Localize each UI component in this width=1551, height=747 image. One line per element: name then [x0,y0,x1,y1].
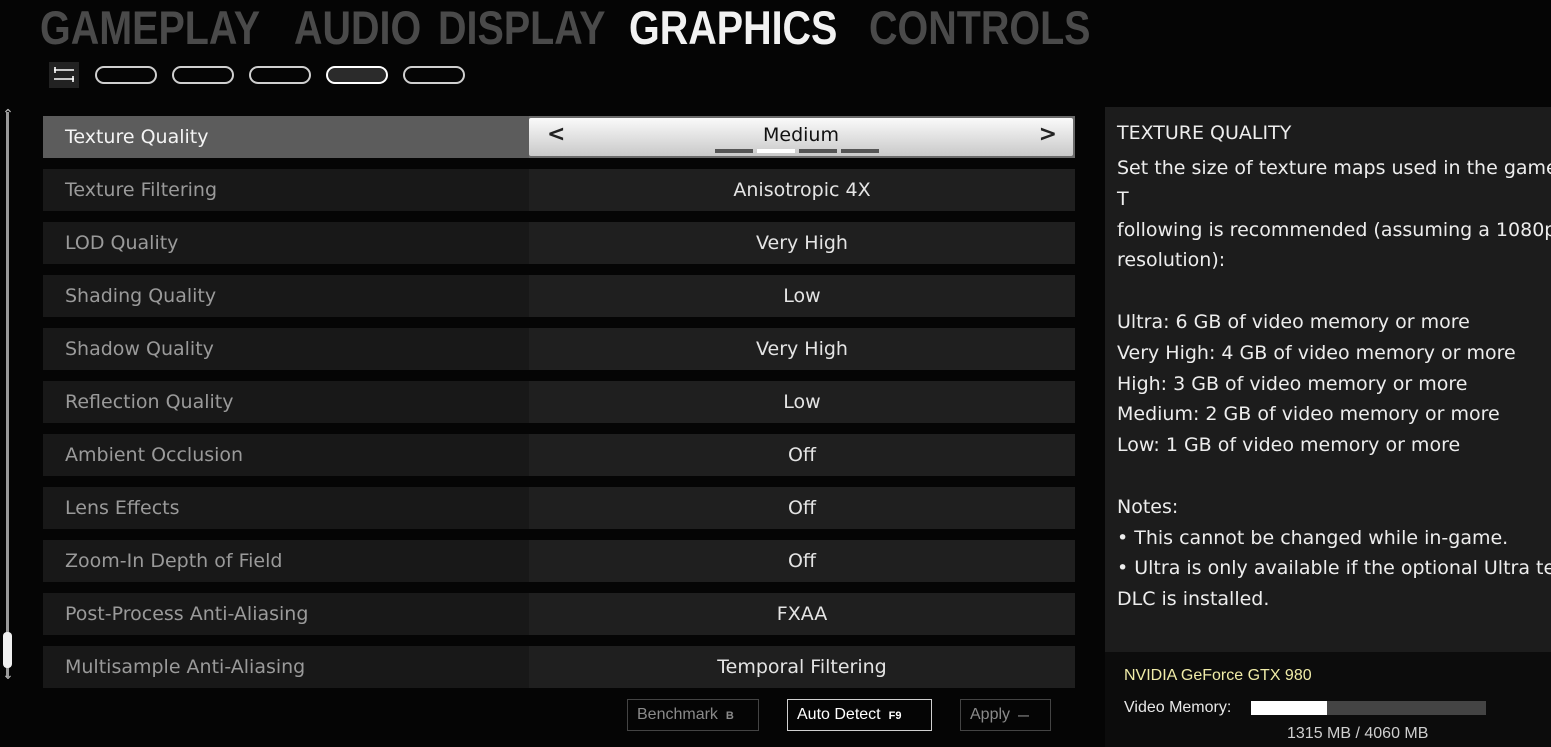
arrow-left-icon[interactable]: < [547,118,565,152]
setting-row-post-process-aa[interactable]: Post-Process Anti-Aliasing FXAA [43,593,1075,635]
setting-label: Lens Effects [43,487,529,529]
video-memory-label: Video Memory: [1124,699,1232,716]
gpu-name: NVIDIA GeForce GTX 980 [1124,667,1312,684]
tab-audio[interactable]: AUDIO [294,2,421,54]
value-level-indicator [715,149,879,153]
settings-list: Texture Quality < Medium > Texture Filte… [43,116,1075,699]
button-label: Apply [970,706,1011,723]
setting-row-lod-quality[interactable]: LOD Quality Very High [43,222,1075,264]
tab-display[interactable]: DISPLAY [438,2,605,54]
level-pip [757,149,795,153]
video-memory-bar-fill [1251,701,1328,715]
setting-label: Post-Process Anti-Aliasing [43,593,529,635]
setting-label: Zoom-In Depth of Field [43,540,529,582]
setting-row-shading-quality[interactable]: Shading Quality Low [43,275,1075,317]
description-title: TEXTURE QUALITY [1117,122,1292,144]
auto-detect-button[interactable]: Auto Detect F9 [787,699,932,731]
scrollbar-track[interactable] [6,112,9,677]
subtab-pill-5[interactable] [403,66,465,84]
description-panel: TEXTURE QUALITY Set the size of texture … [1105,107,1551,652]
setting-value[interactable]: Off [529,487,1075,529]
setting-row-shadow-quality[interactable]: Shadow Quality Very High [43,328,1075,370]
gpu-info-panel: NVIDIA GeForce GTX 980 Video Memory: 131… [1105,652,1551,747]
tab-controls[interactable]: CONTROLS [869,2,1091,54]
setting-value[interactable]: Off [529,434,1075,476]
setting-value[interactable]: FXAA [529,593,1075,635]
setting-row-zoom-dof[interactable]: Zoom-In Depth of Field Off [43,540,1075,582]
setting-row-texture-filtering[interactable]: Texture Filtering Anisotropic 4X [43,169,1075,211]
setting-value[interactable]: Very High [529,222,1075,264]
setting-label: Reflection Quality [43,381,529,423]
key-hint: B [725,710,734,722]
setting-row-reflection-quality[interactable]: Reflection Quality Low [43,381,1075,423]
setting-label: Shadow Quality [43,328,529,370]
setting-label: Texture Quality [43,116,529,158]
level-pip [799,149,837,153]
level-pip [841,149,879,153]
subtab-pill-1[interactable] [95,66,157,84]
setting-label: LOD Quality [43,222,529,264]
subtab-pill-3[interactable] [249,66,311,84]
arrow-right-icon[interactable]: > [1039,118,1057,152]
setting-row-lens-effects[interactable]: Lens Effects Off [43,487,1075,529]
scrollbar-thumb[interactable] [3,632,12,668]
tab-gameplay[interactable]: GAMEPLAY [40,2,260,54]
description-body: Set the size of texture maps used in the… [1117,157,1551,611]
key-hint: — [1018,710,1030,722]
setting-value[interactable]: Very High [529,328,1075,370]
setting-label: Shading Quality [43,275,529,317]
apply-button[interactable]: Apply — [960,699,1051,731]
setting-label: Texture Filtering [43,169,529,211]
setting-value[interactable]: Off [529,540,1075,582]
level-pip [715,149,753,153]
key-hint: F9 [888,710,902,722]
sliders-icon[interactable] [49,62,79,88]
setting-label: Ambient Occlusion [43,434,529,476]
scroll-down-icon[interactable]: ⌄ [0,668,16,682]
setting-value: Medium [763,124,839,146]
benchmark-button[interactable]: Benchmark B [627,699,759,731]
setting-row-multisample-aa[interactable]: Multisample Anti-Aliasing Temporal Filte… [43,646,1075,688]
setting-value[interactable]: Low [529,381,1075,423]
setting-label: Multisample Anti-Aliasing [43,646,529,688]
subtab-pill-4[interactable] [326,66,388,84]
setting-row-texture-quality[interactable]: Texture Quality < Medium > [43,116,1075,158]
video-memory-bar [1251,701,1486,715]
subtab-pill-2[interactable] [172,66,234,84]
video-memory-usage: 1315 MB / 4060 MB [1287,725,1429,742]
subtab-bar [49,62,480,88]
tab-graphics[interactable]: GRAPHICS [629,2,837,54]
setting-value[interactable]: Low [529,275,1075,317]
setting-value[interactable]: Anisotropic 4X [529,169,1075,211]
button-label: Benchmark [637,706,718,723]
setting-value[interactable]: Temporal Filtering [529,646,1075,688]
top-tabs: GAMEPLAY AUDIO DISPLAY GRAPHICS CONTROLS [40,2,1101,54]
setting-row-ambient-occlusion[interactable]: Ambient Occlusion Off [43,434,1075,476]
setting-value-selector[interactable]: < Medium > [529,118,1073,156]
button-label: Auto Detect [797,706,881,723]
